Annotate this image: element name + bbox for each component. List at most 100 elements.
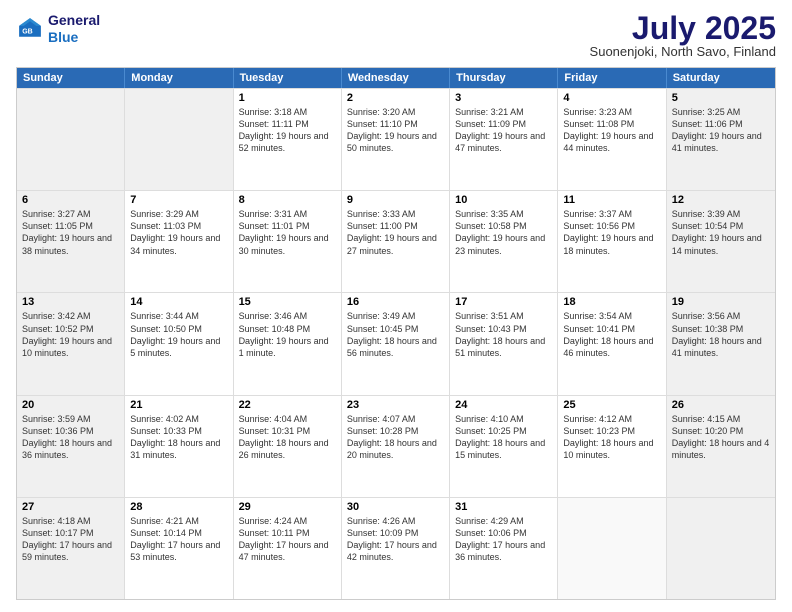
calendar-cell: 24 Sunrise: 4:10 AMSunset: 10:25 PMDaylig… (450, 396, 558, 497)
calendar-cell: 30 Sunrise: 4:26 AMSunset: 10:09 PMDaylig… (342, 498, 450, 599)
day-number: 2 (347, 92, 444, 104)
location: Suonenjoki, North Savo, Finland (590, 44, 776, 59)
day-number: 1 (239, 92, 336, 104)
day-info: Sunrise: 4:24 AMSunset: 10:11 PMDaylight… (239, 515, 336, 564)
header: GB General Blue July 2025 Suonenjoki, No… (16, 12, 776, 59)
day-info: Sunrise: 4:15 AMSunset: 10:20 PMDaylight… (672, 413, 770, 462)
calendar-cell (667, 498, 775, 599)
day-number: 30 (347, 501, 444, 513)
day-info: Sunrise: 3:20 AMSunset: 11:10 PMDaylight… (347, 106, 444, 155)
logo-icon: GB (16, 15, 44, 43)
calendar-cell: 31 Sunrise: 4:29 AMSunset: 10:06 PMDaylig… (450, 498, 558, 599)
day-number: 5 (672, 92, 770, 104)
calendar-cell: 26 Sunrise: 4:15 AMSunset: 10:20 PMDaylig… (667, 396, 775, 497)
day-info: Sunrise: 3:25 AMSunset: 11:06 PMDaylight… (672, 106, 770, 155)
calendar-header: SundayMondayTuesdayWednesdayThursdayFrid… (17, 68, 775, 88)
day-number: 11 (563, 194, 660, 206)
day-of-week-header: Saturday (667, 68, 775, 88)
day-of-week-header: Sunday (17, 68, 125, 88)
calendar-week-row: 1 Sunrise: 3:18 AMSunset: 11:11 PMDayligh… (17, 88, 775, 190)
day-info: Sunrise: 3:37 AMSunset: 10:56 PMDaylight… (563, 208, 660, 257)
calendar-cell: 22 Sunrise: 4:04 AMSunset: 10:31 PMDaylig… (234, 396, 342, 497)
day-number: 29 (239, 501, 336, 513)
day-number: 6 (22, 194, 119, 206)
day-info: Sunrise: 4:21 AMSunset: 10:14 PMDaylight… (130, 515, 227, 564)
calendar-cell: 3Sunrise: 3:21 AMSunset: 11:09 PMDayligh… (450, 89, 558, 190)
day-info: Sunrise: 4:29 AMSunset: 10:06 PMDaylight… (455, 515, 552, 564)
day-info: Sunrise: 3:23 AMSunset: 11:08 PMDaylight… (563, 106, 660, 155)
calendar-cell: 29 Sunrise: 4:24 AMSunset: 10:11 PMDaylig… (234, 498, 342, 599)
calendar-cell: 15 Sunrise: 3:46 AMSunset: 10:48 PMDaylig… (234, 293, 342, 394)
calendar-cell (125, 89, 233, 190)
day-number: 28 (130, 501, 227, 513)
day-info: Sunrise: 4:12 AMSunset: 10:23 PMDaylight… (563, 413, 660, 462)
day-number: 23 (347, 399, 444, 411)
day-number: 8 (239, 194, 336, 206)
day-number: 26 (672, 399, 770, 411)
day-of-week-header: Tuesday (234, 68, 342, 88)
day-of-week-header: Wednesday (342, 68, 450, 88)
calendar-cell: 18 Sunrise: 3:54 AMSunset: 10:41 PMDaylig… (558, 293, 666, 394)
calendar: SundayMondayTuesdayWednesdayThursdayFrid… (16, 67, 776, 600)
calendar-cell: 28 Sunrise: 4:21 AMSunset: 10:14 PMDaylig… (125, 498, 233, 599)
day-info: Sunrise: 3:27 AMSunset: 11:05 PMDaylight… (22, 208, 119, 257)
day-info: Sunrise: 3:33 AMSunset: 11:00 PMDaylight… (347, 208, 444, 257)
day-number: 12 (672, 194, 770, 206)
day-info: Sunrise: 3:54 AMSunset: 10:41 PMDaylight… (563, 310, 660, 359)
calendar-cell: 21 Sunrise: 4:02 AMSunset: 10:33 PMDaylig… (125, 396, 233, 497)
calendar-cell: 19Sunrise: 3:56 AMSunset: 10:38 PMDaylig… (667, 293, 775, 394)
day-info: Sunrise: 4:10 AMSunset: 10:25 PMDaylight… (455, 413, 552, 462)
day-number: 4 (563, 92, 660, 104)
day-info: Sunrise: 3:29 AMSunset: 11:03 PMDaylight… (130, 208, 227, 257)
day-info: Sunrise: 3:31 AMSunset: 11:01 PMDaylight… (239, 208, 336, 257)
day-info: Sunrise: 3:46 AMSunset: 10:48 PMDaylight… (239, 310, 336, 359)
calendar-cell: 16 Sunrise: 3:49 AMSunset: 10:45 PMDaylig… (342, 293, 450, 394)
day-number: 19 (672, 296, 770, 308)
day-number: 27 (22, 501, 119, 513)
day-number: 7 (130, 194, 227, 206)
calendar-cell: 2 Sunrise: 3:20 AMSunset: 11:10 PMDayligh… (342, 89, 450, 190)
calendar-cell (558, 498, 666, 599)
day-of-week-header: Friday (558, 68, 666, 88)
day-info: Sunrise: 3:18 AMSunset: 11:11 PMDaylight… (239, 106, 336, 155)
day-info: Sunrise: 3:49 AMSunset: 10:45 PMDaylight… (347, 310, 444, 359)
logo-text: General Blue (48, 12, 100, 46)
day-number: 9 (347, 194, 444, 206)
day-number: 10 (455, 194, 552, 206)
day-info: Sunrise: 4:18 AMSunset: 10:17 PMDaylight… (22, 515, 119, 564)
calendar-week-row: 20 Sunrise: 3:59 AMSunset: 10:36 PMDaylig… (17, 395, 775, 497)
page: GB General Blue July 2025 Suonenjoki, No… (0, 0, 792, 612)
calendar-week-row: 27 Sunrise: 4:18 AMSunset: 10:17 PMDaylig… (17, 497, 775, 599)
calendar-cell: 11 Sunrise: 3:37 AMSunset: 10:56 PMDaylig… (558, 191, 666, 292)
calendar-cell: 20 Sunrise: 3:59 AMSunset: 10:36 PMDaylig… (17, 396, 125, 497)
calendar-cell: 9 Sunrise: 3:33 AMSunset: 11:00 PMDayligh… (342, 191, 450, 292)
calendar-cell: 8 Sunrise: 3:31 AMSunset: 11:01 PMDayligh… (234, 191, 342, 292)
day-info: Sunrise: 3:59 AMSunset: 10:36 PMDaylight… (22, 413, 119, 462)
calendar-week-row: 6 Sunrise: 3:27 AMSunset: 11:05 PMDayligh… (17, 190, 775, 292)
month-title: July 2025 (590, 12, 776, 44)
day-info: Sunrise: 4:26 AMSunset: 10:09 PMDaylight… (347, 515, 444, 564)
day-number: 20 (22, 399, 119, 411)
calendar-cell: 6 Sunrise: 3:27 AMSunset: 11:05 PMDayligh… (17, 191, 125, 292)
day-number: 21 (130, 399, 227, 411)
calendar-cell: 27 Sunrise: 4:18 AMSunset: 10:17 PMDaylig… (17, 498, 125, 599)
day-number: 18 (563, 296, 660, 308)
day-number: 31 (455, 501, 552, 513)
day-info: Sunrise: 4:04 AMSunset: 10:31 PMDaylight… (239, 413, 336, 462)
logo: GB General Blue (16, 12, 100, 46)
header-right: July 2025 Suonenjoki, North Savo, Finlan… (590, 12, 776, 59)
day-info: Sunrise: 3:51 AMSunset: 10:43 PMDaylight… (455, 310, 552, 359)
day-number: 16 (347, 296, 444, 308)
day-number: 22 (239, 399, 336, 411)
calendar-cell: 23Sunrise: 4:07 AMSunset: 10:28 PMDaylig… (342, 396, 450, 497)
day-number: 3 (455, 92, 552, 104)
day-info: Sunrise: 3:44 AMSunset: 10:50 PMDaylight… (130, 310, 227, 359)
day-info: Sunrise: 4:02 AMSunset: 10:33 PMDaylight… (130, 413, 227, 462)
day-number: 24 (455, 399, 552, 411)
calendar-cell (17, 89, 125, 190)
day-number: 15 (239, 296, 336, 308)
calendar-cell: 14Sunrise: 3:44 AMSunset: 10:50 PMDaylig… (125, 293, 233, 394)
calendar-cell: 7 Sunrise: 3:29 AMSunset: 11:03 PMDayligh… (125, 191, 233, 292)
calendar-cell: 4 Sunrise: 3:23 AMSunset: 11:08 PMDayligh… (558, 89, 666, 190)
calendar-cell: 10Sunrise: 3:35 AMSunset: 10:58 PMDaylig… (450, 191, 558, 292)
